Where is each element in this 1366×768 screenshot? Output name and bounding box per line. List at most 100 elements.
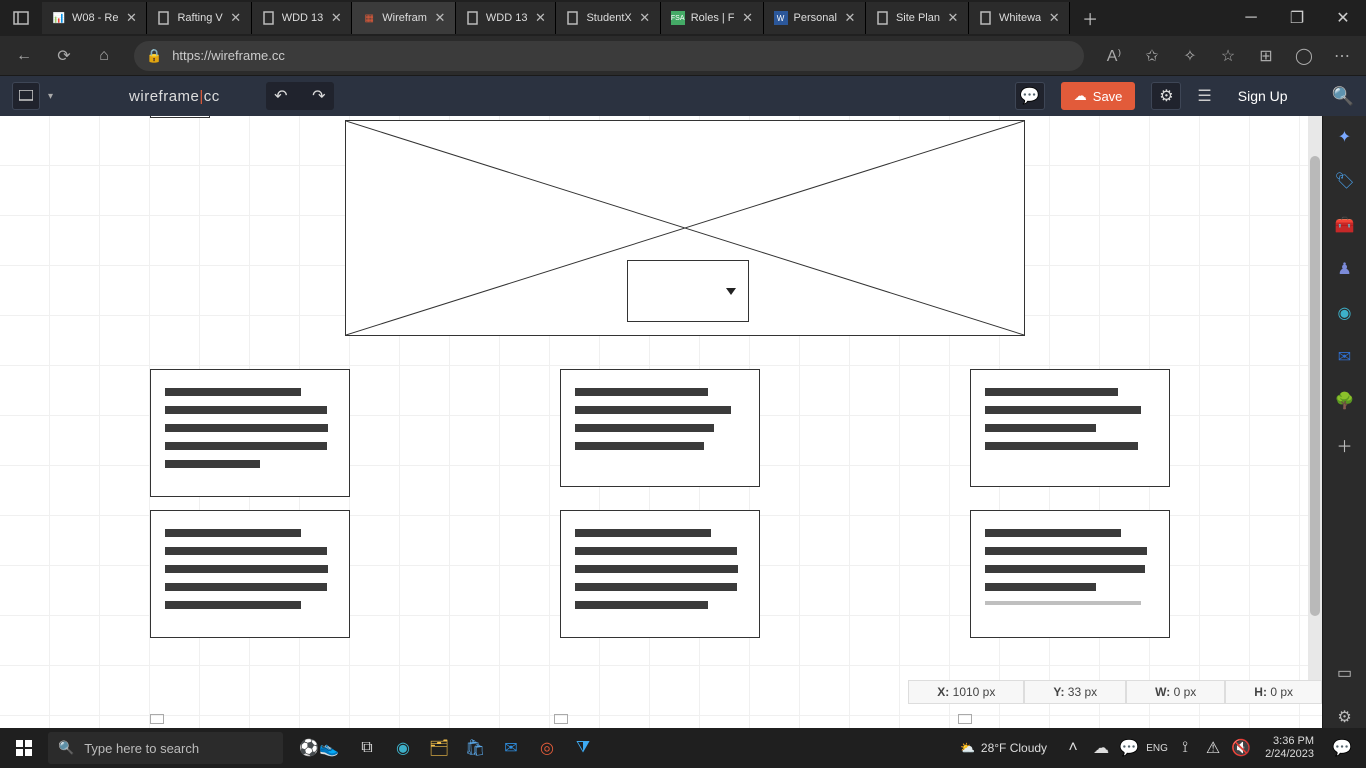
home-button[interactable]: ⌂ xyxy=(86,38,122,74)
address-bar[interactable]: 🔒 https://wireframe.cc xyxy=(134,41,1084,71)
tab-label: StudentX xyxy=(586,12,631,24)
news-widget[interactable]: ⚽👟 xyxy=(289,728,349,768)
edge-icon[interactable]: ◉ xyxy=(1334,302,1356,324)
tab-8[interactable]: Site Plan ✕ xyxy=(866,2,969,34)
back-button[interactable]: ← xyxy=(6,38,42,74)
wf-card-0[interactable] xyxy=(150,369,350,497)
browser-titlebar: 📊 W08 - Re ✕ Rafting V ✕ WDD 13 ✕ ▦ Wire… xyxy=(0,0,1366,36)
drop-icon[interactable]: 🌳 xyxy=(1334,390,1356,412)
canvas-v-scroll[interactable] xyxy=(1308,116,1322,704)
tray-location-icon[interactable]: ⟟ xyxy=(1173,728,1197,768)
wf-card-2[interactable] xyxy=(970,369,1170,487)
new-tab-button[interactable]: ＋ xyxy=(1076,4,1104,32)
close-icon[interactable]: ✕ xyxy=(124,11,138,25)
shopping-icon[interactable]: 🏷 xyxy=(1334,170,1356,192)
tray-chevron-icon[interactable]: ˄ xyxy=(1061,728,1085,768)
device-selector[interactable] xyxy=(12,82,40,110)
refresh-button[interactable]: ⟳ xyxy=(46,38,82,74)
tab-0[interactable]: 📊 W08 - Re ✕ xyxy=(42,2,147,34)
tray-meet-icon[interactable]: 💬 xyxy=(1117,728,1141,768)
menu-icon[interactable]: ☰ xyxy=(1197,86,1211,106)
wf-card-5[interactable] xyxy=(970,510,1170,638)
close-icon[interactable]: ✕ xyxy=(741,11,755,25)
tab-3[interactable]: ▦ Wirefram ✕ xyxy=(352,2,456,34)
doc-icon xyxy=(566,11,580,25)
tray-volume-icon[interactable]: 🔇 xyxy=(1229,728,1253,768)
taskbar-app-vscode[interactable]: ⧩ xyxy=(565,728,601,768)
window-minimize[interactable]: ─ xyxy=(1228,0,1274,36)
save-button[interactable]: ☁ Save xyxy=(1061,82,1136,110)
tab-label: W08 - Re xyxy=(72,12,118,24)
tray-onedrive-icon[interactable]: ☁ xyxy=(1089,728,1113,768)
favorite-icon[interactable]: ✩ xyxy=(1134,38,1170,74)
window-restore[interactable]: ❐ xyxy=(1274,0,1320,36)
undo-button[interactable]: ↶ xyxy=(266,82,296,110)
close-icon[interactable]: ✕ xyxy=(843,11,857,25)
tab-actions-button[interactable] xyxy=(0,0,42,36)
tab-9[interactable]: Whitewa ✕ xyxy=(969,2,1070,34)
collections-icon[interactable]: ⊞ xyxy=(1248,38,1284,74)
tray-language-icon[interactable]: ENG xyxy=(1145,728,1169,768)
outlook-icon[interactable]: ✉ xyxy=(1334,346,1356,368)
more-icon[interactable]: ⋯ xyxy=(1324,38,1360,74)
favorites-bar-icon[interactable]: ☆ xyxy=(1210,38,1246,74)
tab-2[interactable]: WDD 13 ✕ xyxy=(252,2,353,34)
close-icon[interactable]: ✕ xyxy=(229,11,243,25)
signup-link[interactable]: Sign Up xyxy=(1238,88,1288,104)
close-icon[interactable]: ✕ xyxy=(638,11,652,25)
read-aloud-icon[interactable]: A⁾ xyxy=(1096,38,1132,74)
tab-6[interactable]: FSA Roles | F ✕ xyxy=(661,2,764,34)
chevron-down-icon[interactable]: ▾ xyxy=(48,91,53,102)
taskbar-app-explorer[interactable]: 🗂 xyxy=(421,728,457,768)
weather-text: 28°F Cloudy xyxy=(981,741,1047,755)
action-center-icon[interactable]: 💬 xyxy=(1326,738,1358,758)
doc-icon xyxy=(466,11,480,25)
wf-card-3[interactable] xyxy=(150,510,350,638)
wf-logo-box[interactable] xyxy=(150,116,210,118)
system-clock[interactable]: 3:36 PM 2/24/2023 xyxy=(1265,735,1314,761)
add-sidebar-icon[interactable]: ＋ xyxy=(1334,434,1356,456)
wf-dropdown[interactable] xyxy=(627,260,749,322)
hide-sidebar-icon[interactable]: ▭ xyxy=(1334,662,1356,684)
bing-ai-icon[interactable]: ✦ xyxy=(1334,126,1356,148)
games-icon[interactable]: ♟ xyxy=(1334,258,1356,280)
window-close[interactable]: ✕ xyxy=(1320,0,1366,36)
taskbar-app-obs[interactable]: ◎ xyxy=(529,728,565,768)
sidebar-settings-icon[interactable]: ⚙ xyxy=(1334,706,1356,728)
tray-wifi-icon[interactable]: ⚠ xyxy=(1201,728,1225,768)
status-x: X: 1010 px xyxy=(908,680,1024,704)
close-icon[interactable]: ✕ xyxy=(329,11,343,25)
comment-button[interactable]: 💬 xyxy=(1015,82,1045,110)
taskbar-app-mail[interactable]: ✉ xyxy=(493,728,529,768)
work-area: Lorem ipsum Lorem ipsum Lorem ipsum Lore… xyxy=(0,116,1366,728)
taskbar-app-edge[interactable]: ◉ xyxy=(385,728,421,768)
doc-icon xyxy=(262,11,276,25)
redo-button[interactable]: ↷ xyxy=(304,82,334,110)
tab-label: Whitewa xyxy=(999,12,1041,24)
close-icon[interactable]: ✕ xyxy=(433,11,447,25)
tools-icon[interactable]: 🧰 xyxy=(1334,214,1356,236)
task-view-button[interactable]: ⧉ xyxy=(349,728,385,768)
tab-5[interactable]: StudentX ✕ xyxy=(556,2,660,34)
canvas-h-scroll[interactable] xyxy=(150,710,1278,728)
tab-7[interactable]: W Personal ✕ xyxy=(764,2,866,34)
wf-card-1[interactable] xyxy=(560,369,760,487)
search-icon[interactable]: 🔍 xyxy=(1332,86,1354,107)
fsa-icon: FSA xyxy=(671,11,685,25)
extensions-icon[interactable]: ✧ xyxy=(1172,38,1208,74)
app-logo[interactable]: wireframe|cc xyxy=(129,88,220,105)
profile-icon[interactable]: ◯ xyxy=(1286,38,1322,74)
tab-1[interactable]: Rafting V ✕ xyxy=(147,2,251,34)
wf-card-4[interactable] xyxy=(560,510,760,638)
taskbar-search[interactable]: 🔍 Type here to search xyxy=(48,732,283,764)
tab-4[interactable]: WDD 13 ✕ xyxy=(456,2,557,34)
canvas-viewport[interactable]: Lorem ipsum Lorem ipsum Lorem ipsum Lore… xyxy=(0,116,1322,728)
close-icon[interactable]: ✕ xyxy=(1047,11,1061,25)
close-icon[interactable]: ✕ xyxy=(533,11,547,25)
settings-button[interactable]: ⚙ xyxy=(1151,82,1181,110)
system-tray: ⛅ 28°F Cloudy ˄ ☁ 💬 ENG ⟟ ⚠ 🔇 3:36 PM 2/… xyxy=(960,728,1366,768)
start-button[interactable] xyxy=(0,740,48,756)
close-icon[interactable]: ✕ xyxy=(946,11,960,25)
weather-widget[interactable]: ⛅ 28°F Cloudy xyxy=(960,741,1047,755)
taskbar-app-store[interactable]: 🛍 xyxy=(457,728,493,768)
